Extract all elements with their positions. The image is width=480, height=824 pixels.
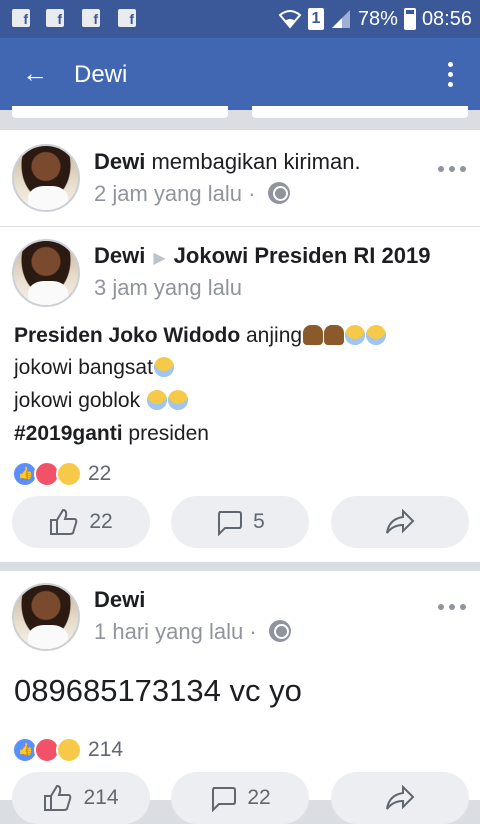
laughing-emoji-icon bbox=[366, 325, 387, 345]
poop-emoji-icon bbox=[324, 325, 345, 345]
avatar[interactable] bbox=[12, 144, 80, 212]
poop-emoji-icon bbox=[303, 325, 324, 345]
meta-dot: · bbox=[248, 181, 256, 206]
facebook-notification-icon: f bbox=[82, 9, 100, 27]
shared-post-card: Dewi membagikan kiriman. 2 jam yang lalu… bbox=[0, 130, 480, 226]
facebook-notification-icon: f bbox=[46, 9, 64, 27]
like-button[interactable]: 22 bbox=[12, 496, 150, 548]
share-button[interactable] bbox=[331, 772, 469, 824]
post-time: 1 hari yang lalu bbox=[94, 619, 244, 644]
sim-icon: 1 bbox=[307, 8, 324, 30]
target-group[interactable]: Jokowi Presiden RI 2019 bbox=[174, 243, 431, 268]
status-bar: f f f f 1 78% 08:56 bbox=[0, 0, 480, 38]
signal-icon bbox=[331, 10, 350, 28]
battery-percent: 78% bbox=[357, 7, 398, 30]
app-bar: ← Dewi bbox=[0, 38, 480, 110]
post-text-line: jokowi bangsat bbox=[14, 355, 174, 381]
share-arrow-icon bbox=[386, 785, 415, 810]
comment-icon bbox=[218, 511, 243, 536]
post-text-line: Presiden Joko Widodo anjing bbox=[14, 323, 387, 349]
avatar[interactable] bbox=[12, 583, 80, 651]
post-card: Dewi 1 hari yang lalu · 089685173134 vc … bbox=[0, 571, 480, 824]
back-arrow-icon[interactable]: ← bbox=[22, 60, 48, 86]
thumbs-up-icon bbox=[44, 784, 72, 811]
battery-icon bbox=[403, 8, 416, 30]
arrow-right-icon: ▶ bbox=[153, 250, 166, 267]
comment-icon bbox=[212, 787, 237, 812]
reactions-summary[interactable]: 214 bbox=[12, 736, 123, 764]
more-options-icon[interactable] bbox=[438, 166, 466, 174]
like-button[interactable]: 214 bbox=[12, 772, 150, 824]
post-text: 089685173134 vc yo bbox=[14, 673, 302, 708]
post-time: 3 jam yang lalu bbox=[94, 275, 242, 300]
overflow-menu-icon[interactable] bbox=[446, 62, 454, 90]
clock: 08:56 bbox=[421, 7, 472, 30]
meta-dot: · bbox=[249, 619, 257, 644]
reactions-summary[interactable]: 22 bbox=[12, 460, 111, 488]
comment-button[interactable]: 22 bbox=[171, 772, 309, 824]
previous-card-edge bbox=[0, 106, 480, 130]
laughing-emoji-icon bbox=[167, 390, 188, 410]
hashtag-link[interactable]: #2019ganti bbox=[14, 422, 123, 445]
reaction-count: 214 bbox=[88, 738, 124, 761]
post-time: 2 jam yang lalu bbox=[94, 181, 242, 206]
more-options-icon[interactable] bbox=[438, 604, 466, 612]
page-title: Dewi bbox=[74, 61, 128, 88]
avatar[interactable] bbox=[12, 239, 80, 307]
globe-icon bbox=[267, 182, 290, 204]
comment-button[interactable]: 5 bbox=[171, 496, 309, 548]
post-action: membagikan kiriman. bbox=[151, 149, 361, 174]
post-card: Dewi ▶ Jokowi Presiden RI 2019 3 jam yang … bbox=[0, 227, 480, 562]
haha-reaction-icon bbox=[56, 737, 82, 763]
like-count: 22 bbox=[89, 510, 113, 533]
wow-reaction-icon bbox=[56, 461, 82, 487]
facebook-notification-icon: f bbox=[12, 9, 30, 27]
laughing-emoji-icon bbox=[345, 325, 366, 345]
thumbs-up-icon bbox=[50, 508, 78, 535]
author-name[interactable]: Dewi bbox=[94, 243, 145, 268]
post-text-line: jokowi goblok bbox=[14, 388, 188, 414]
wifi-icon bbox=[278, 10, 302, 29]
author-name[interactable]: Dewi bbox=[94, 587, 145, 612]
author-name[interactable]: Dewi bbox=[94, 149, 145, 174]
globe-icon bbox=[268, 620, 291, 642]
post-text-line: #2019ganti presiden bbox=[14, 422, 209, 445]
like-count: 214 bbox=[83, 786, 119, 809]
share-button[interactable] bbox=[331, 496, 469, 548]
share-arrow-icon bbox=[386, 509, 415, 534]
comment-count: 22 bbox=[247, 786, 271, 809]
laughing-emoji-icon bbox=[153, 357, 174, 377]
laughing-emoji-icon bbox=[146, 390, 167, 410]
comment-count: 5 bbox=[253, 510, 265, 533]
reaction-count: 22 bbox=[88, 462, 112, 485]
facebook-notification-icon: f bbox=[118, 9, 136, 27]
